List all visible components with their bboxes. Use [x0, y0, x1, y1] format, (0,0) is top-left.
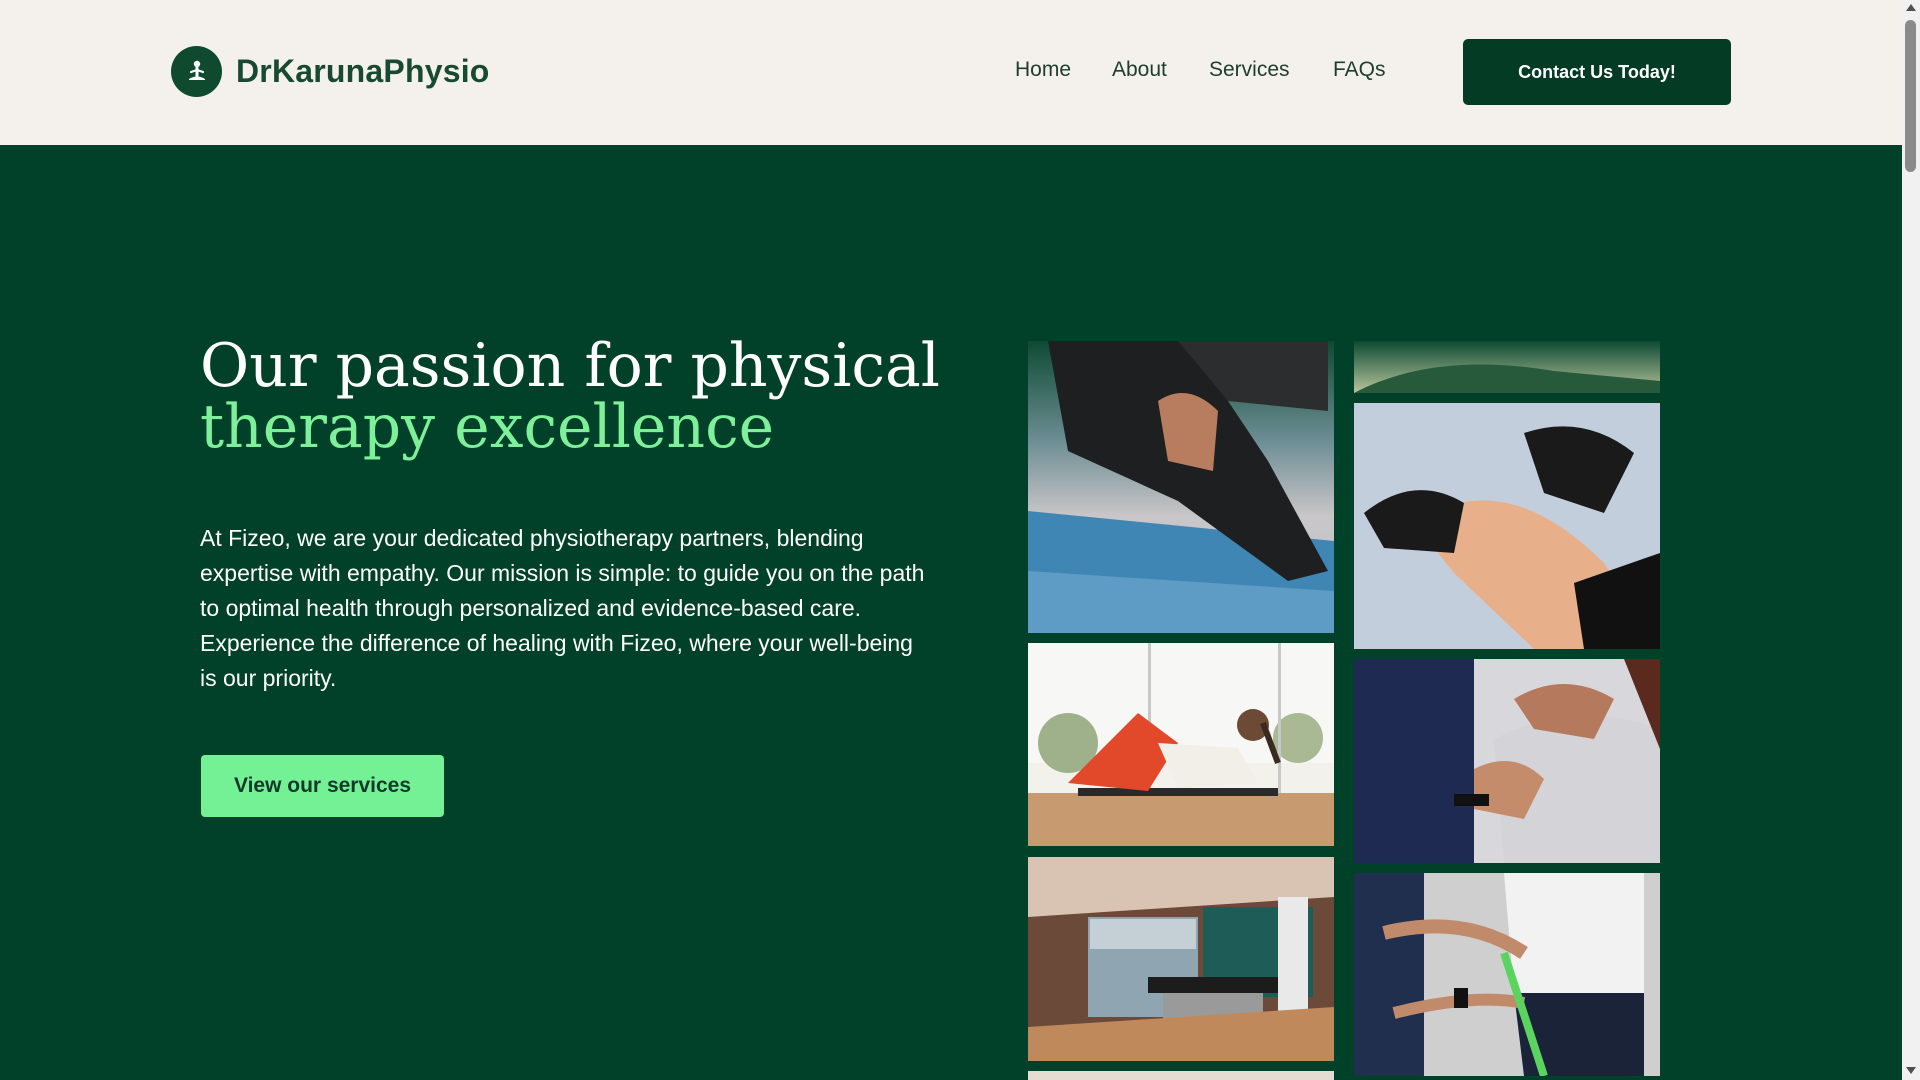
photo-clinic-treatment-room	[1028, 857, 1334, 1061]
brand-name: DrKarunaPhysio	[236, 53, 490, 89]
hero-title: Our passion for physical therapy excelle…	[200, 336, 960, 458]
nav-about[interactable]: About	[1112, 58, 1167, 82]
meditation-person-icon	[171, 46, 222, 97]
photo-resistance-band-exercise	[1354, 873, 1660, 1076]
photo-partial-bottom-left	[1028, 1071, 1334, 1080]
hero-title-line1: Our passion for physical	[200, 331, 940, 401]
view-services-button[interactable]: View our services	[201, 755, 444, 817]
photo-partial-top-right	[1354, 341, 1660, 393]
photo-shoulder-massage	[1354, 659, 1660, 863]
nav-home[interactable]: Home	[1015, 58, 1071, 82]
contact-us-button[interactable]: Contact Us Today!	[1463, 39, 1731, 105]
scroll-up-arrow-icon[interactable]	[1906, 4, 1916, 11]
brand-logo[interactable]: DrKarunaPhysio	[171, 46, 490, 97]
scroll-down-arrow-icon[interactable]	[1906, 1067, 1916, 1074]
site-header: DrKarunaPhysio Home About Services FAQs …	[0, 0, 1902, 145]
scroll-thumb[interactable]	[1905, 20, 1916, 172]
hero-title-line2: therapy excellence	[200, 392, 775, 462]
nav-faqs[interactable]: FAQs	[1333, 58, 1386, 82]
hero-description: At Fizeo, we are your dedicated physioth…	[200, 525, 925, 691]
photo-stretching-on-mat	[1028, 341, 1334, 633]
vertical-scrollbar[interactable]	[1902, 0, 1920, 1080]
nav-services[interactable]: Services	[1209, 58, 1290, 82]
photo-gloved-foot-therapy	[1354, 403, 1660, 649]
photo-woman-doing-crunches	[1028, 643, 1334, 846]
